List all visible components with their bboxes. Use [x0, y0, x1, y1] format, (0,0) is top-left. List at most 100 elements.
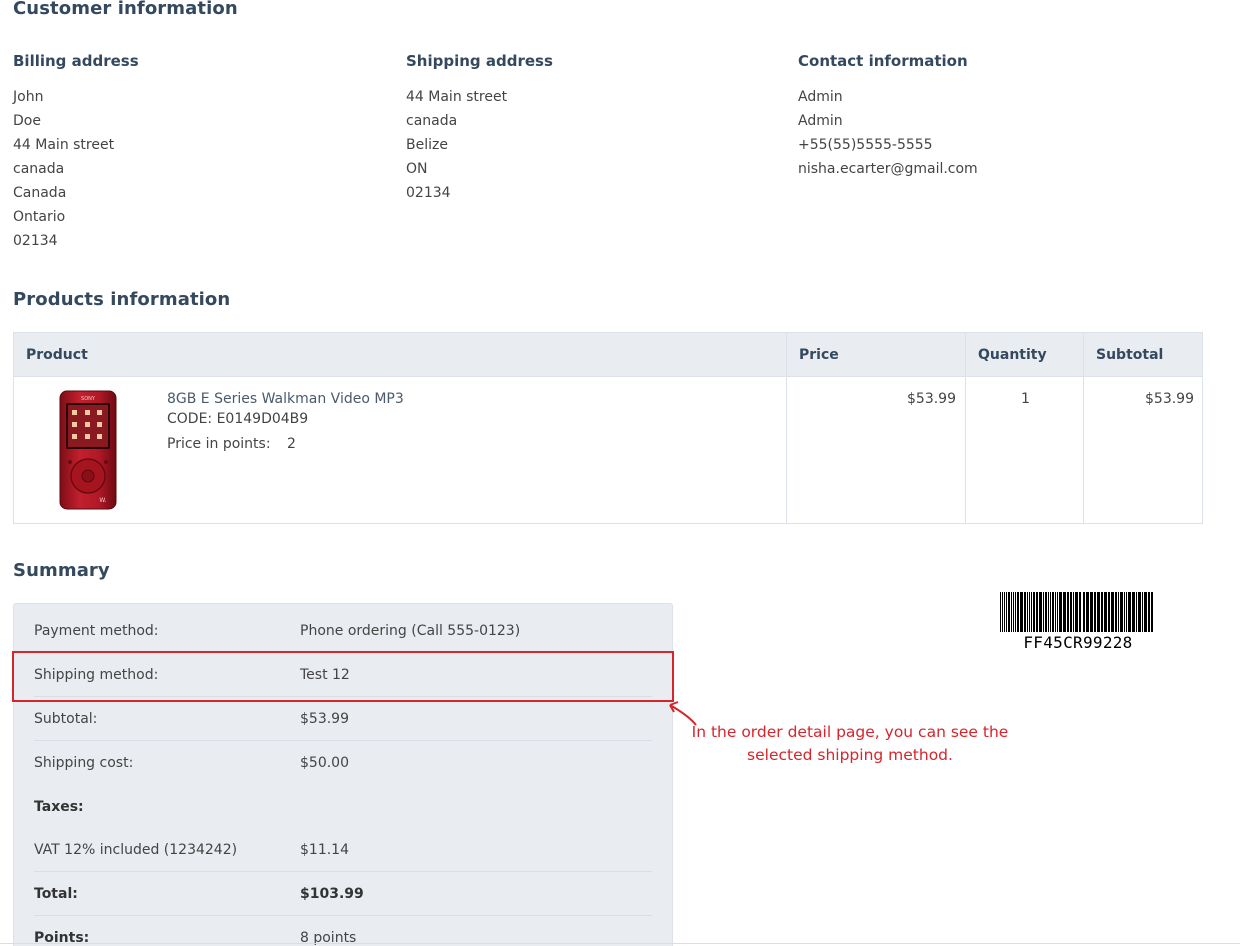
product-subtotal: $53.99 [1145, 391, 1194, 407]
barcode-bar [1050, 592, 1051, 632]
products-table: Product Price Quantity Subtotal SONY W. … [13, 332, 1203, 524]
contact-first-name: Admin [798, 89, 843, 105]
summary-label: Shipping cost: [34, 755, 134, 771]
barcode-bar [1059, 592, 1062, 632]
annotation-line-2: selected shipping method. [747, 746, 953, 764]
barcode-bar [1027, 592, 1028, 632]
barcode-bar [1079, 592, 1081, 632]
summary-value: $103.99 [300, 886, 364, 902]
column-subtotal: Subtotal [1096, 347, 1164, 363]
barcode-bar [1008, 592, 1010, 632]
barcode-bar [1004, 592, 1005, 632]
barcode-bar [1006, 592, 1007, 632]
summary-row-subtotal: Subtotal: $53.99 [34, 697, 652, 741]
barcode-bar [1043, 592, 1044, 632]
product-name-link[interactable]: 8GB E Series Walkman Video MP3 [167, 391, 404, 407]
barcode-bar [1020, 592, 1023, 632]
summary-label: Taxes: [34, 799, 84, 815]
barcode-bar [1104, 592, 1107, 632]
barcode-bar [1013, 592, 1014, 632]
column-divider [786, 333, 787, 523]
column-divider [1083, 333, 1084, 523]
barcode-bar [1094, 592, 1096, 632]
barcode-bar [1067, 592, 1069, 632]
barcode-bar [1111, 592, 1114, 632]
annotation-text: In the order detail page, you can see th… [690, 721, 1010, 767]
barcode-bar [1144, 592, 1147, 632]
barcode-bar [1115, 592, 1117, 632]
barcode-text: FF45CR99228 [1023, 633, 1133, 652]
summary-value: $53.99 [300, 711, 349, 727]
barcode-bar [1108, 592, 1110, 632]
shipping-city: canada [406, 113, 458, 129]
barcode-bar [1055, 592, 1056, 632]
summary-value: $50.00 [300, 755, 349, 771]
barcode-bar [1083, 592, 1085, 632]
summary-value: $11.14 [300, 842, 349, 858]
products-information-title: Products information [13, 289, 231, 310]
column-price: Price [799, 347, 839, 363]
summary-title: Summary [13, 560, 110, 581]
column-quantity: Quantity [978, 347, 1047, 363]
barcode-bar [1142, 592, 1143, 632]
shipping-street: 44 Main street [406, 89, 508, 105]
red-mp3-player-image[interactable]: SONY W. [59, 390, 117, 510]
annotation-line-1: In the order detail page, you can see th… [691, 723, 1009, 741]
summary-label: Points: [34, 930, 90, 946]
customer-information-title: Customer information [13, 0, 238, 19]
summary-label: Subtotal: [34, 711, 98, 727]
barcode-bar [1048, 592, 1049, 632]
summary-value: 8 points [300, 930, 357, 946]
barcode-bar [1063, 592, 1066, 632]
product-points-value: 2 [287, 436, 296, 452]
contact-information-heading: Contact information [798, 52, 968, 70]
svg-text:W.: W. [99, 497, 106, 504]
barcode-bar [1132, 592, 1135, 632]
barcode-bar [1138, 592, 1141, 632]
page-bottom-divider [0, 943, 1240, 944]
contact-phone: +55(55)5555-5555 [798, 137, 933, 153]
barcode-bar [1031, 592, 1032, 632]
barcode-bar [1011, 592, 1012, 632]
barcode-bar [1086, 592, 1089, 632]
barcode-bar [1090, 592, 1093, 632]
barcode-bar [1033, 592, 1035, 632]
shipping-address: 44 Main street canada Belize ON 02134 [406, 87, 507, 207]
product-code: CODE: E0149D04B9 [167, 411, 309, 427]
billing-zip: 02134 [13, 233, 58, 249]
summary-label: VAT 12% included (1234242) [34, 842, 238, 858]
barcode-bar [1070, 592, 1072, 632]
product-quantity: 1 [1021, 391, 1030, 407]
summary-row-payment-method: Payment method: Phone ordering (Call 555… [34, 609, 652, 653]
barcode-bar [1151, 592, 1153, 632]
barcode-bar [1120, 592, 1123, 632]
summary-row-taxes: Taxes: [34, 785, 652, 829]
shipping-zip: 02134 [406, 185, 451, 201]
shipping-address-heading: Shipping address [406, 52, 553, 70]
svg-text:SONY: SONY [81, 396, 96, 402]
barcode-bar [1101, 592, 1103, 632]
billing-city: canada [13, 161, 65, 177]
shipping-country: Belize [406, 137, 448, 153]
barcode-bar [1118, 592, 1119, 632]
billing-address: John Doe 44 Main street canada Canada On… [13, 87, 114, 255]
contact-information: Admin Admin +55(55)5555-5555 nisha.ecart… [798, 87, 978, 183]
contact-last-name: Admin [798, 113, 843, 129]
billing-first-name: John [13, 89, 44, 105]
barcode-bar [1148, 592, 1150, 632]
column-divider [965, 333, 966, 523]
shipping-method-highlight-box [12, 651, 674, 702]
summary-row-total: Total: $103.99 [34, 872, 652, 916]
summary-row-points: Points: 8 points [34, 916, 652, 946]
contact-email: nisha.ecarter@gmail.com [798, 161, 978, 177]
barcode-bar [1128, 592, 1131, 632]
barcode-bar [1075, 592, 1078, 632]
product-points-label: Price in points: [167, 436, 271, 452]
billing-address-heading: Billing address [13, 52, 139, 70]
barcode-bar [1039, 592, 1042, 632]
shipping-state: ON [406, 161, 428, 177]
column-product: Product [26, 347, 88, 363]
barcode-bar [1097, 592, 1100, 632]
billing-state: Ontario [13, 209, 66, 225]
summary-value: Phone ordering (Call 555-0123) [300, 623, 521, 639]
